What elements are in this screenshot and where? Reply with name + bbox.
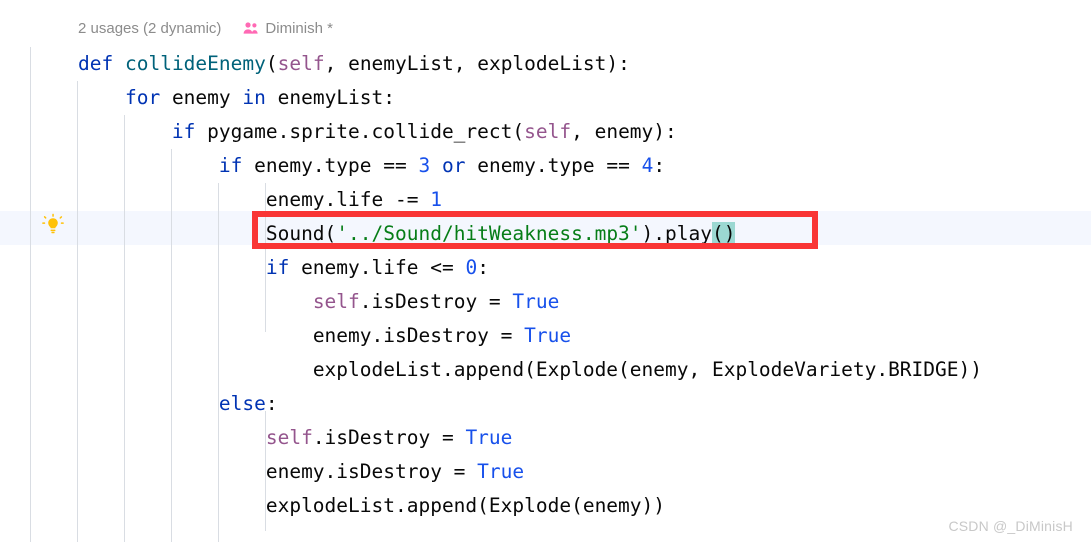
watermark: CSDN @_DiMinisH <box>948 518 1073 534</box>
code-token: in <box>242 86 266 109</box>
red-annotation-rectangle <box>252 211 818 249</box>
code-token: explodeList.append(Explode(enemy, Explod… <box>312 358 982 381</box>
code-token: : <box>653 154 666 177</box>
code-token: , enemy): <box>571 120 677 143</box>
author-name-label: Diminish * <box>265 19 333 37</box>
code-token: explodeList.append(Explode(enemy)) <box>265 494 666 517</box>
code-token: for <box>124 86 161 109</box>
code-line[interactable]: explodeList.append(Explode(enemy, Explod… <box>78 353 982 387</box>
code-token: self <box>277 52 325 75</box>
code-token: self <box>312 290 360 313</box>
code-token: 3 <box>418 154 431 177</box>
code-token: self <box>524 120 572 143</box>
code-line[interactable]: if enemy.type == 3 or enemy.type == 4: <box>78 149 982 183</box>
code-line[interactable]: else: <box>78 387 982 421</box>
code-token: enemy.life <= <box>289 256 466 279</box>
code-token: 4 <box>641 154 654 177</box>
code-author[interactable]: Diminish * <box>243 20 333 37</box>
code-token: def <box>78 52 114 75</box>
code-token: True <box>512 290 560 313</box>
code-line[interactable]: if enemy.life <= 0: <box>78 251 982 285</box>
code-token: True <box>465 426 513 449</box>
code-line[interactable]: enemy.isDestroy = True <box>78 319 982 353</box>
code-line[interactable]: explodeList.append(Explode(enemy)) <box>78 489 982 523</box>
lightbulb-icon[interactable] <box>41 213 65 237</box>
code-line[interactable]: enemy.isDestroy = True <box>78 455 982 489</box>
code-token: .isDestroy = <box>359 290 513 313</box>
code-token: enemy.isDestroy = <box>265 460 478 483</box>
code-token: if <box>171 120 196 143</box>
code-token: : <box>477 256 489 279</box>
code-token: pygame.sprite.collide_rect( <box>195 120 525 143</box>
code-token: ( <box>265 52 278 75</box>
code-token: if <box>218 154 243 177</box>
code-token: self <box>265 426 313 449</box>
code-token: , enemyList, explodeList): <box>324 52 630 75</box>
code-line[interactable]: if pygame.sprite.collide_rect(self, enem… <box>78 115 982 149</box>
code-token: True <box>524 324 572 347</box>
people-icon <box>243 21 259 35</box>
code-token: True <box>477 460 525 483</box>
code-token: .isDestroy = <box>312 426 466 449</box>
code-token: 1 <box>430 188 442 211</box>
code-token: enemy.life -= <box>265 188 431 211</box>
usages-row: 2 usages (2 dynamic) Diminish * <box>78 17 333 39</box>
code-token: enemyList: <box>265 86 396 109</box>
code-line[interactable]: for enemy in enemyList: <box>78 81 982 115</box>
code-token: 0 <box>465 256 478 279</box>
code-token: enemy.type == <box>465 154 642 177</box>
code-token: if <box>265 256 290 279</box>
code-line[interactable]: self.isDestroy = True <box>78 285 982 319</box>
code-token: enemy.type == <box>242 154 419 177</box>
code-token: enemy.isDestroy = <box>312 324 525 347</box>
code-token: enemy <box>160 86 243 109</box>
code-token: collideEnemy <box>124 52 266 75</box>
code-editor-screenshot: 2 usages (2 dynamic) Diminish * def coll… <box>0 0 1091 542</box>
code-line[interactable]: def collideEnemy(self, enemyList, explod… <box>78 47 982 81</box>
code-token: : <box>265 392 278 415</box>
current-line-highlight-gutter <box>0 211 30 245</box>
indent-guide-0 <box>30 47 31 542</box>
code-line[interactable]: self.isDestroy = True <box>78 421 982 455</box>
code-content[interactable]: def collideEnemy(self, enemyList, explod… <box>78 47 982 523</box>
code-token: else <box>218 392 266 415</box>
code-token: or <box>441 154 466 177</box>
usages-count-label[interactable]: 2 usages (2 dynamic) <box>78 20 221 37</box>
